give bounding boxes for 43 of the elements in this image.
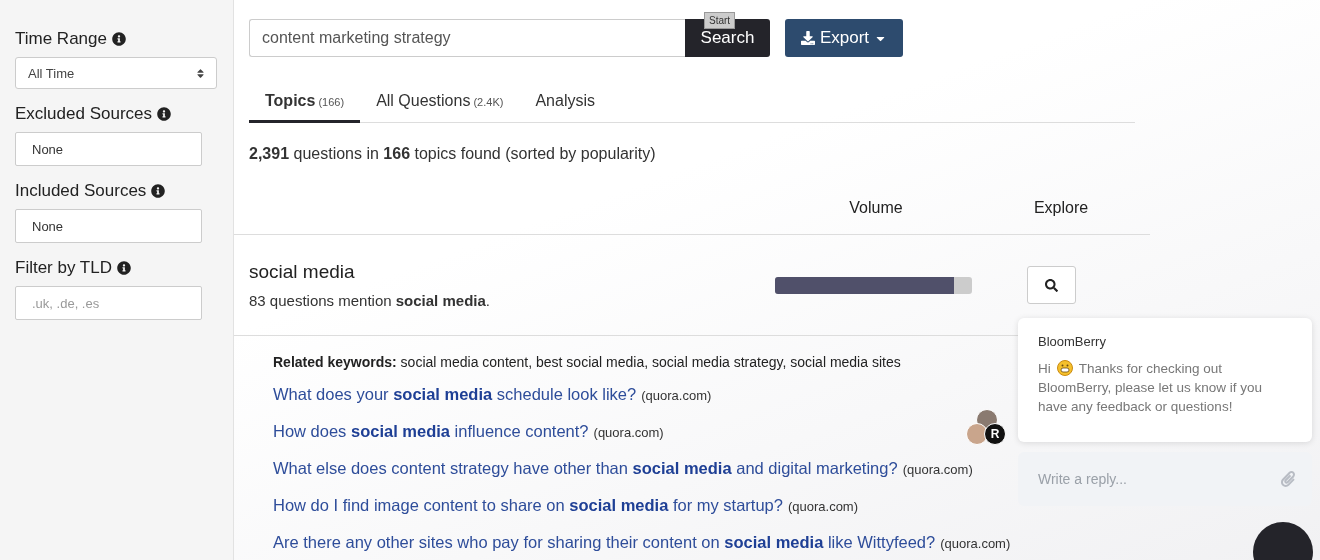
info-icon[interactable] bbox=[157, 107, 172, 121]
question-link[interactable]: How does social media influence content? bbox=[273, 420, 589, 442]
question-source: (quora.com) bbox=[787, 498, 859, 516]
question-source: (quora.com) bbox=[641, 387, 712, 405]
avatar bbox=[966, 423, 988, 445]
chat-message: Hi Thanks for checking out BloomBerry, please let us know if you have any feedback or questions! bbox=[1038, 359, 1264, 416]
topic-mention: 83 questions mention social media. bbox=[249, 292, 491, 309]
explore-button[interactable] bbox=[1027, 266, 1076, 304]
tab[interactable]: Analysis bbox=[519, 84, 611, 123]
filter-field[interactable]: .uk, .de, .es bbox=[15, 286, 202, 320]
filter-label: Included Sources bbox=[15, 181, 147, 201]
info-icon[interactable] bbox=[111, 32, 126, 46]
sort-arrows-icon bbox=[195, 67, 206, 79]
question-link[interactable]: What does your social media schedule look like? bbox=[273, 383, 637, 405]
grin-emoji-icon bbox=[1056, 360, 1073, 376]
question-link[interactable]: What else does content strategy have other than social media and digital marketing? bbox=[273, 457, 898, 479]
time-range-select[interactable]: All Time bbox=[15, 57, 217, 89]
avatar: R bbox=[984, 423, 1006, 445]
download-icon bbox=[800, 31, 815, 45]
question-source: (quora.com) bbox=[902, 461, 973, 479]
filter-label: Filter by TLD bbox=[15, 258, 112, 278]
tab[interactable]: Topics (166) bbox=[249, 84, 361, 123]
chat-sender: BloomBerry bbox=[1038, 334, 1107, 349]
question-link[interactable]: Are there any other sites who pay for sharing their content on social media like Wittyfeed? bbox=[273, 531, 936, 553]
search-field[interactable]: content marketing strategy bbox=[249, 19, 685, 57]
question-link[interactable]: How do I find image content to share on social media for my startup? bbox=[273, 494, 783, 516]
filter-field[interactable]: None bbox=[15, 209, 202, 243]
results-summary: 2,391 questions in 166 topics found (sorted by popularity) bbox=[249, 145, 657, 163]
filter-field[interactable]: None bbox=[15, 132, 202, 166]
related-keywords: Related keywords: social media content, best social media, social media strategy, social media sites bbox=[273, 354, 901, 370]
question-source: (quora.com) bbox=[593, 424, 664, 442]
filter-label: Excluded Sources bbox=[15, 104, 153, 124]
search-icon bbox=[1045, 278, 1058, 292]
tooltip: Start bbox=[704, 12, 736, 29]
column-header: Volume bbox=[848, 199, 904, 217]
tab[interactable]: All Questions (2.4K) bbox=[360, 84, 520, 123]
export-button[interactable]: Export bbox=[785, 19, 903, 57]
info-icon[interactable] bbox=[151, 184, 166, 198]
filter-label: Time Range bbox=[15, 29, 107, 49]
info-icon[interactable] bbox=[117, 261, 131, 275]
question-source: (quora.com) bbox=[940, 535, 1011, 553]
column-header: Explore bbox=[1032, 199, 1090, 217]
topic-title: social media bbox=[249, 261, 356, 283]
